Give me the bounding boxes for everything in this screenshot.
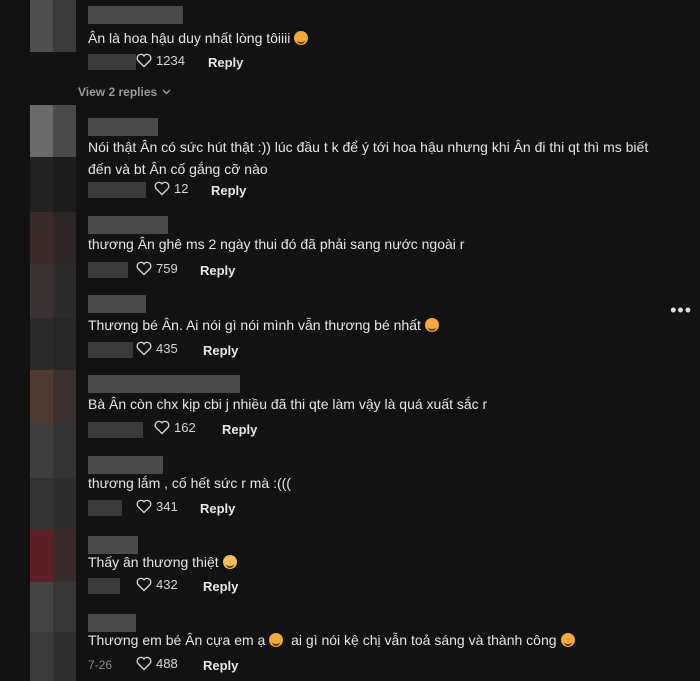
avatar — [30, 212, 76, 264]
like-button[interactable]: 162 — [154, 420, 196, 435]
more-options-button[interactable]: ••• — [670, 300, 692, 321]
like-count: 1234 — [156, 53, 185, 68]
avatar — [30, 0, 76, 52]
comment-date — [88, 500, 122, 516]
chevron-down-icon — [162, 89, 171, 95]
like-count: 341 — [156, 499, 178, 514]
smiling-face-icon — [294, 31, 309, 45]
avatar — [30, 530, 76, 582]
heart-icon — [136, 499, 152, 514]
like-count: 488 — [156, 656, 178, 671]
heart-icon — [136, 577, 152, 592]
comment-date — [88, 342, 133, 358]
like-count: 759 — [156, 261, 178, 276]
comment-date — [88, 422, 143, 438]
avatar — [30, 264, 76, 318]
heart-icon — [136, 261, 152, 276]
comment-date — [88, 54, 136, 70]
comment-item: Bà Ân còn chx kịp cbi j nhiều đã thi qte… — [76, 372, 676, 452]
reply-button[interactable]: Reply — [211, 183, 246, 198]
heart-icon — [136, 53, 152, 68]
like-count: 162 — [174, 420, 196, 435]
comment-item: Thương bé Ân. Ai nói gì nói mình vẫn thư… — [76, 292, 676, 372]
avatar — [30, 632, 76, 681]
username-redacted — [88, 6, 183, 24]
like-button[interactable]: 341 — [136, 499, 178, 514]
avatar — [30, 370, 76, 424]
comment-date — [88, 182, 146, 198]
reply-button[interactable]: Reply — [200, 501, 235, 516]
comment-item: Ân là hoa hậu duy nhất lòng tôiiii 1234 … — [76, 0, 676, 80]
comment-item: thương Ân ghê ms 2 ngày thui đó đã phải … — [76, 212, 676, 292]
like-count: 435 — [156, 341, 178, 356]
comment-item: Thấy ân thương thiệt 432 Reply — [76, 530, 676, 610]
username-redacted — [88, 118, 158, 136]
comment-text: Ân là hoa hậu duy nhất lòng tôiiii — [88, 27, 309, 49]
username-redacted — [88, 295, 146, 313]
reply-button[interactable]: Reply — [208, 55, 243, 70]
smiling-face-icon — [560, 633, 575, 647]
comment-date: 7-26 — [88, 658, 113, 672]
like-count: 432 — [156, 577, 178, 592]
comment-item: thương lắm , cố hết sức r mà :((( 341 Re… — [76, 452, 676, 532]
comment-date — [88, 578, 120, 594]
heart-icon — [154, 181, 170, 196]
view-replies-label: View 2 replies — [78, 85, 158, 99]
avatar — [30, 582, 76, 632]
comment-text: thương Ân ghê ms 2 ngày thui đó đã phải … — [88, 236, 465, 252]
avatar — [30, 478, 76, 530]
comment-text: Bà Ân còn chx kịp cbi j nhiều đã thi qte… — [88, 396, 488, 412]
comment-text: Thương bé Ân. Ai nói gì nói mình vẫn thư… — [88, 314, 439, 336]
smiling-face-icon — [269, 633, 284, 647]
comment-text: thương lắm , cố hết sức r mà :((( — [88, 475, 291, 491]
avatar — [30, 318, 76, 370]
like-button[interactable]: 435 — [136, 341, 178, 356]
heart-icon — [154, 420, 170, 435]
like-button[interactable]: 488 — [136, 656, 178, 671]
username-redacted — [88, 216, 168, 234]
reply-button[interactable]: Reply — [203, 579, 238, 594]
avatar — [30, 424, 76, 478]
comment-text: Thấy ân thương thiệt — [88, 551, 237, 573]
comment-text: Nói thật Ân có sức hút thật :)) lúc đầu … — [88, 139, 649, 177]
like-button[interactable]: 12 — [154, 181, 188, 196]
username-redacted — [88, 375, 240, 393]
reply-button[interactable]: Reply — [222, 422, 257, 437]
comment-text: Thương em bé Ân cựa em ạ ai gì nói kệ ch… — [88, 629, 575, 651]
like-button[interactable]: 432 — [136, 577, 178, 592]
comment-item: Nói thật Ân có sức hút thật :)) lúc đầu … — [76, 110, 676, 210]
avatar — [30, 157, 76, 212]
view-replies-link[interactable]: View 2 replies — [78, 85, 171, 99]
avatar — [30, 105, 76, 157]
comment-item: Thương em bé Ân cựa em ạ ai gì nói kệ ch… — [76, 610, 676, 681]
heart-icon — [136, 656, 152, 671]
like-button[interactable]: 759 — [136, 261, 178, 276]
heart-icon — [136, 341, 152, 356]
reply-button[interactable]: Reply — [200, 263, 235, 278]
like-button[interactable]: 1234 — [136, 53, 185, 68]
like-count: 12 — [174, 181, 189, 196]
avatar-column — [30, 0, 76, 681]
comment-date — [88, 262, 128, 278]
smiling-face-icon — [424, 318, 439, 332]
reply-button[interactable]: Reply — [203, 343, 238, 358]
reply-button[interactable]: Reply — [203, 658, 238, 673]
sad-face-icon — [222, 555, 237, 569]
